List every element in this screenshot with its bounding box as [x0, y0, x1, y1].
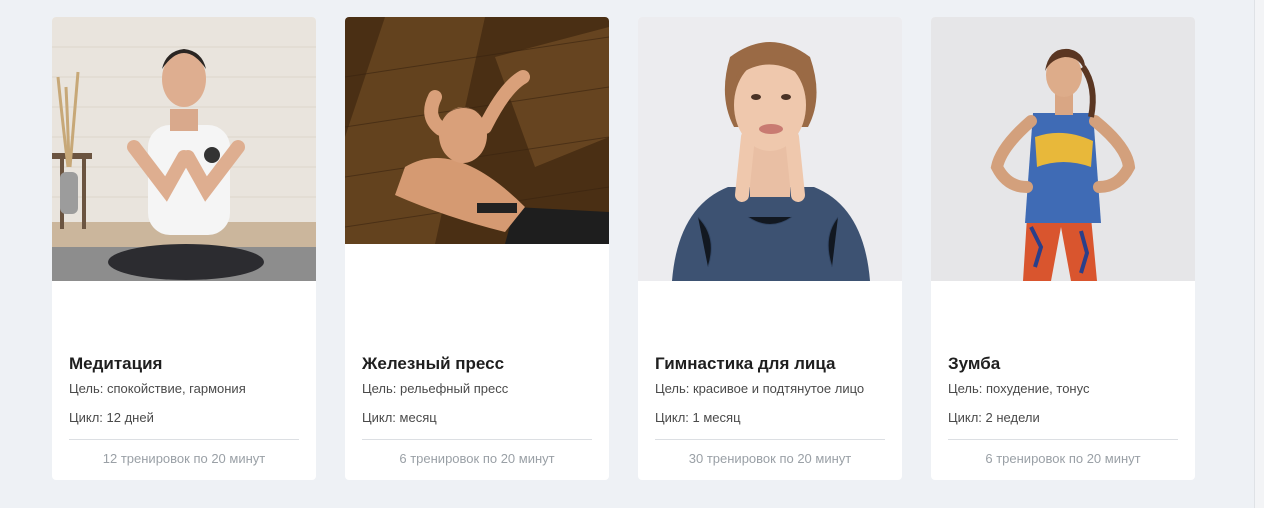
card-title: Зумба	[948, 354, 1001, 373]
program-catalog: Медитация Цель: спокойствие, гармония Ци…	[0, 0, 1264, 508]
abs-workout-photo[interactable]	[345, 17, 609, 244]
card-title: Гимнастика для лица	[655, 354, 836, 373]
card-sessions: 30 тренировок по 20 минут	[688, 451, 852, 466]
program-card-iron-abs[interactable]: Железный пресс Цель: рельефный пресс Цик…	[345, 17, 609, 480]
card-goal: Цель: рельефный пресс	[362, 381, 509, 396]
card-cycle: Цикл: 2 недели	[948, 410, 1040, 425]
card-cycle: Цикл: 1 месяц	[655, 410, 741, 425]
card-sessions: 12 тренировок по 20 минут	[102, 451, 266, 466]
page-scrollbar[interactable]	[1254, 0, 1264, 508]
program-card-meditation[interactable]: Медитация Цель: спокойствие, гармония Ци…	[52, 17, 316, 480]
card-goal: Цель: похудение, тонус	[948, 381, 1090, 396]
card-divider	[69, 439, 299, 440]
face-gymnastics-photo[interactable]	[638, 17, 902, 281]
card-sessions: 6 тренировок по 20 минут	[985, 451, 1141, 466]
meditation-photo[interactable]	[52, 17, 316, 281]
card-divider	[948, 439, 1178, 440]
zumba-photo[interactable]	[931, 17, 1195, 281]
card-divider	[362, 439, 592, 440]
card-title: Железный пресс	[362, 354, 505, 373]
card-cycle: Цикл: 12 дней	[69, 410, 154, 425]
program-card-face-gymnastics[interactable]: Гимнастика для лица Цель: красивое и под…	[638, 17, 902, 480]
card-goal: Цель: красивое и подтянутое лицо	[655, 381, 865, 396]
card-sessions: 6 тренировок по 20 минут	[399, 451, 555, 466]
card-divider	[655, 439, 885, 440]
card-goal: Цель: спокойствие, гармония	[69, 381, 246, 396]
program-card-zumba[interactable]: Зумба Цель: похудение, тонус Цикл: 2 нед…	[931, 17, 1195, 480]
card-cycle: Цикл: месяц	[362, 410, 437, 425]
card-title: Медитация	[69, 354, 163, 373]
